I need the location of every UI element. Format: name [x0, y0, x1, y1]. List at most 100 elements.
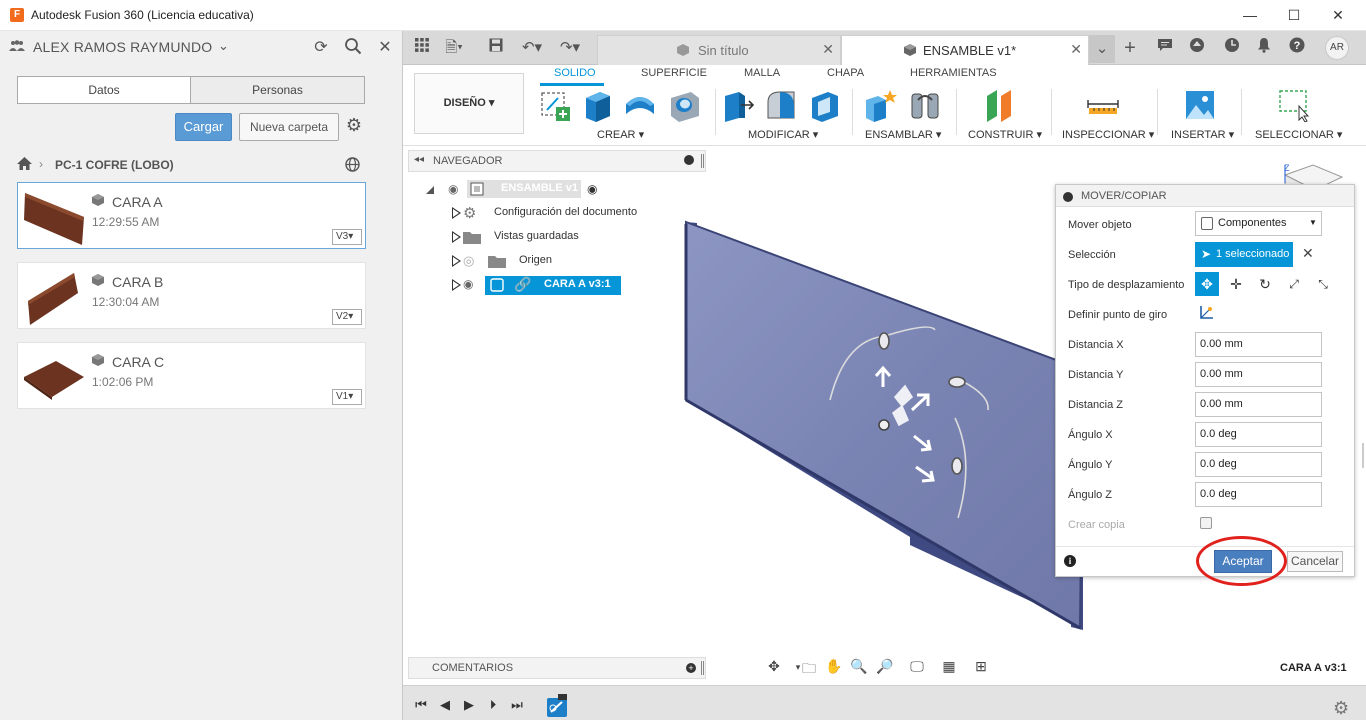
visibility-eye-icon[interactable]: ◉ [463, 277, 473, 291]
file-card[interactable]: CARA B 12:30:04 AM V2▾ [17, 262, 366, 329]
browser-item-cara-a[interactable]: ◉ 🔗 CARA A v3:1 [443, 276, 633, 294]
collapse-browser-icon[interactable]: ◂◂ [414, 154, 424, 165]
browser-item-saved-views[interactable]: Vistas guardadas [443, 228, 663, 246]
upload-button[interactable]: Cargar [175, 113, 232, 141]
redo-icon[interactable]: ↷▾ [559, 37, 581, 59]
maximize-button[interactable]: ☐ [1282, 4, 1306, 26]
fit-zoom-icon[interactable]: 🔎 [874, 658, 896, 678]
shell-icon[interactable] [808, 88, 842, 122]
hole-icon[interactable] [667, 88, 701, 122]
tab-solido[interactable]: SOLIDO [554, 67, 596, 79]
point-to-position-icon[interactable]: ⤡ [1311, 272, 1335, 296]
close-tab-icon[interactable]: ✕ [822, 41, 834, 58]
minimize-browser-icon[interactable] [684, 155, 694, 165]
new-folder-button[interactable]: Nueva carpeta [239, 113, 339, 141]
extensions-icon[interactable] [1186, 37, 1208, 59]
data-panel-grid-icon[interactable] [411, 37, 433, 59]
expand-toggle-icon[interactable] [452, 279, 461, 291]
clear-selection-icon[interactable]: ✕ [1302, 245, 1314, 262]
close-tab-icon[interactable]: ✕ [1070, 41, 1082, 58]
display-settings-icon[interactable]: 🖵 [906, 658, 928, 678]
group-modificar[interactable]: MODIFICAR ▾ [748, 128, 818, 141]
distance-x-input[interactable]: 0.00 mm [1195, 332, 1322, 357]
create-copy-checkbox[interactable] [1200, 517, 1212, 529]
drag-handle-icon[interactable] [701, 661, 704, 675]
group-crear[interactable]: CREAR ▾ [597, 128, 644, 141]
chat-icon[interactable] [1154, 37, 1176, 59]
pan-hand-icon[interactable]: ✋ [823, 658, 845, 678]
hub-user-name[interactable]: ALEX RAMOS RAYMUNDO [33, 39, 212, 55]
orbit-move-icon[interactable]: ✥ [763, 658, 785, 678]
distance-z-input[interactable]: 0.00 mm [1195, 392, 1322, 417]
scroll-indicator[interactable] [1362, 443, 1364, 468]
tab-datos[interactable]: Datos [18, 77, 191, 103]
tab-overflow-chevron-icon[interactable]: ⌄ [1089, 35, 1115, 63]
hidden-eye-icon[interactable]: ◎ [463, 253, 474, 269]
offset-plane-icon[interactable] [983, 88, 1017, 122]
set-pivot-icon[interactable] [1197, 304, 1215, 322]
step-back-icon[interactable]: ◀ [437, 697, 453, 713]
tab-herramientas[interactable]: HERRAMIENTAS [910, 67, 997, 79]
group-construir[interactable]: CONSTRUIR ▾ [968, 128, 1042, 141]
workspace-switcher[interactable]: DISEÑO ▾ [414, 73, 524, 134]
viewports-icon[interactable]: ⊞ [970, 658, 992, 678]
group-seleccionar[interactable]: SELECCIONAR ▾ [1255, 128, 1342, 141]
new-component-icon[interactable] [864, 88, 898, 122]
timeline-feature-icon[interactable] [546, 694, 568, 718]
window-select-icon[interactable] [1277, 88, 1311, 122]
grid-settings-icon[interactable]: ▦ [938, 658, 960, 678]
tab-ensamble[interactable]: ENSAMBLE v1* ✕ [841, 35, 1089, 65]
translate-icon[interactable]: ✛ [1224, 272, 1248, 296]
tab-superficie[interactable]: SUPERFICIE [641, 67, 707, 79]
help-icon[interactable]: ? [1286, 37, 1308, 59]
distance-y-input[interactable]: 0.00 mm [1195, 362, 1322, 387]
group-ensamblar[interactable]: ENSAMBLAR ▾ [865, 128, 941, 141]
tab-sin-titulo[interactable]: Sin título ✕ [597, 35, 841, 65]
tab-personas[interactable]: Personas [191, 77, 364, 103]
file-card[interactable]: CARA C 1:02:06 PM V1▾ [17, 342, 366, 409]
version-badge[interactable]: V1▾ [332, 389, 362, 405]
selection-button[interactable]: ➤ 1 seleccionado [1195, 242, 1293, 267]
add-comment-icon[interactable]: + [686, 663, 696, 673]
browser-root-node[interactable]: ◉ ENSAMBLE v1 ◉ [423, 180, 623, 198]
home-icon[interactable] [17, 157, 32, 173]
new-tab-plus-icon[interactable]: + [1119, 37, 1141, 59]
angle-x-input[interactable]: 0.0 deg [1195, 422, 1322, 447]
free-move-icon[interactable]: ✥ [1195, 272, 1219, 296]
fillet-icon[interactable] [764, 88, 798, 122]
job-status-icon[interactable] [1221, 37, 1243, 59]
angle-y-input[interactable]: 0.0 deg [1195, 452, 1322, 477]
press-pull-icon[interactable] [721, 88, 755, 122]
close-panel-icon[interactable]: ✕ [375, 37, 395, 57]
save-icon[interactable] [485, 37, 507, 59]
version-badge[interactable]: V2▾ [332, 309, 362, 325]
zoom-icon[interactable]: 🔍 [848, 658, 870, 678]
measure-icon[interactable] [1086, 88, 1120, 122]
close-window-button[interactable]: ✕ [1326, 4, 1350, 26]
notifications-bell-icon[interactable] [1253, 37, 1275, 59]
point-to-point-icon[interactable]: ⤢ [1282, 272, 1306, 296]
joint-icon[interactable] [908, 88, 942, 122]
dialog-header[interactable]: MOVER/COPIAR [1056, 185, 1354, 207]
group-inspeccionar[interactable]: INSPECCIONAR ▾ [1062, 128, 1154, 141]
project-name[interactable]: PC-1 COFRE (LOBO) [55, 158, 174, 172]
file-card[interactable]: CARA A 12:29:55 AM V3▾ [17, 182, 366, 249]
extrude-icon[interactable] [580, 88, 614, 122]
refresh-icon[interactable]: ⟳ [311, 37, 331, 57]
move-object-select[interactable]: Componentes ▼ [1195, 211, 1322, 236]
file-menu-icon[interactable]: 🗎▾ [443, 37, 465, 59]
insert-image-icon[interactable] [1183, 88, 1217, 122]
timeline-settings-gear-icon[interactable]: ⚙ [1333, 698, 1349, 719]
tab-malla[interactable]: MALLA [744, 67, 780, 79]
go-to-start-icon[interactable]: ⏮ [413, 697, 429, 713]
look-at-icon[interactable]: 🗀 [798, 658, 820, 678]
drag-handle-icon[interactable] [701, 154, 704, 168]
tab-chapa[interactable]: CHAPA [827, 67, 864, 79]
gear-icon[interactable]: ⚙ [344, 115, 364, 137]
play-icon[interactable]: ▶ [461, 697, 477, 713]
expand-toggle-icon[interactable] [452, 207, 461, 219]
collapse-dialog-icon[interactable] [1063, 192, 1073, 202]
version-badge[interactable]: V3▾ [332, 229, 362, 245]
globe-icon[interactable] [345, 157, 360, 175]
angle-z-input[interactable]: 0.0 deg [1195, 482, 1322, 507]
